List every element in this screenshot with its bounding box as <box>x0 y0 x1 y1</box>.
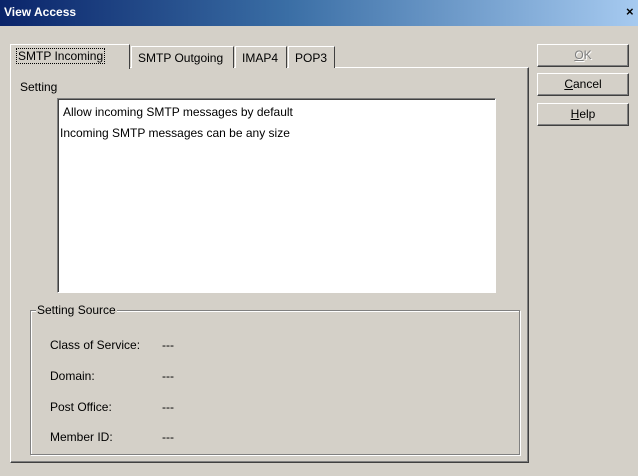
close-icon[interactable]: × <box>626 4 638 20</box>
setting-label: Setting <box>20 80 58 94</box>
tab-label: POP3 <box>295 51 328 65</box>
member-id-value: --- <box>162 430 174 444</box>
tab-imap4[interactable]: IMAP4 <box>235 46 287 68</box>
setting-line: Allow incoming SMTP messages by default <box>63 105 293 119</box>
setting-list[interactable]: Allow incoming SMTP messages by default … <box>57 98 496 293</box>
ok-label-rest: K <box>583 48 592 62</box>
setting-line: Incoming SMTP messages can be any size <box>60 126 290 140</box>
tab-pop3[interactable]: POP3 <box>288 46 335 68</box>
class-of-service-value: --- <box>162 338 174 352</box>
tab-label: IMAP4 <box>242 51 279 65</box>
setting-source-title: Setting Source <box>36 303 117 317</box>
tab-label: SMTP Incoming <box>15 48 106 64</box>
tab-smtp-incoming[interactable]: SMTP Incoming <box>10 44 130 69</box>
domain-label: Domain: <box>50 369 95 383</box>
cancel-mnemonic: C <box>564 77 573 91</box>
help-label-rest: elp <box>579 107 596 121</box>
help-button[interactable]: Help <box>537 103 629 126</box>
class-of-service-label: Class of Service: <box>50 338 141 352</box>
post-office-label: Post Office: <box>50 400 112 414</box>
cancel-button[interactable]: Cancel <box>537 73 629 96</box>
cancel-label-rest: ancel <box>572 77 602 91</box>
post-office-value: --- <box>162 400 174 414</box>
window-title: View Access <box>4 5 77 19</box>
tab-label: SMTP Outgoing <box>138 51 224 65</box>
tab-smtp-outgoing[interactable]: SMTP Outgoing <box>131 46 234 68</box>
member-id-label: Member ID: <box>50 430 113 444</box>
title-bar: View Access × <box>0 0 638 26</box>
ok-mnemonic: O <box>574 48 584 62</box>
ok-button[interactable]: OK <box>537 44 629 67</box>
domain-value: --- <box>162 369 174 383</box>
